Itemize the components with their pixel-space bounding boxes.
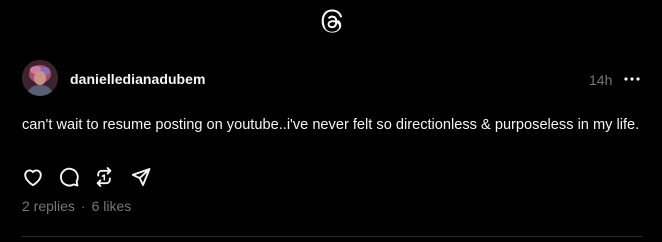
more-options-icon[interactable] xyxy=(621,70,643,88)
username[interactable]: danielledianadubem xyxy=(70,71,206,87)
avatar[interactable] xyxy=(22,60,58,96)
likes-count[interactable]: 6 likes xyxy=(92,198,132,214)
post-divider xyxy=(22,236,642,237)
stats-separator: · xyxy=(80,198,86,214)
like-icon[interactable] xyxy=(22,166,44,188)
post-stats: 2 replies · 6 likes xyxy=(22,198,131,214)
share-icon[interactable] xyxy=(130,166,152,188)
repost-icon[interactable] xyxy=(93,166,115,188)
replies-count[interactable]: 2 replies xyxy=(22,198,75,214)
post-text: can't wait to resume posting on youtube.… xyxy=(22,117,640,133)
reply-icon[interactable] xyxy=(58,166,80,188)
threads-logo-icon[interactable] xyxy=(320,9,344,35)
post-timestamp[interactable]: 14h xyxy=(589,72,612,88)
avatar-image xyxy=(22,60,58,96)
